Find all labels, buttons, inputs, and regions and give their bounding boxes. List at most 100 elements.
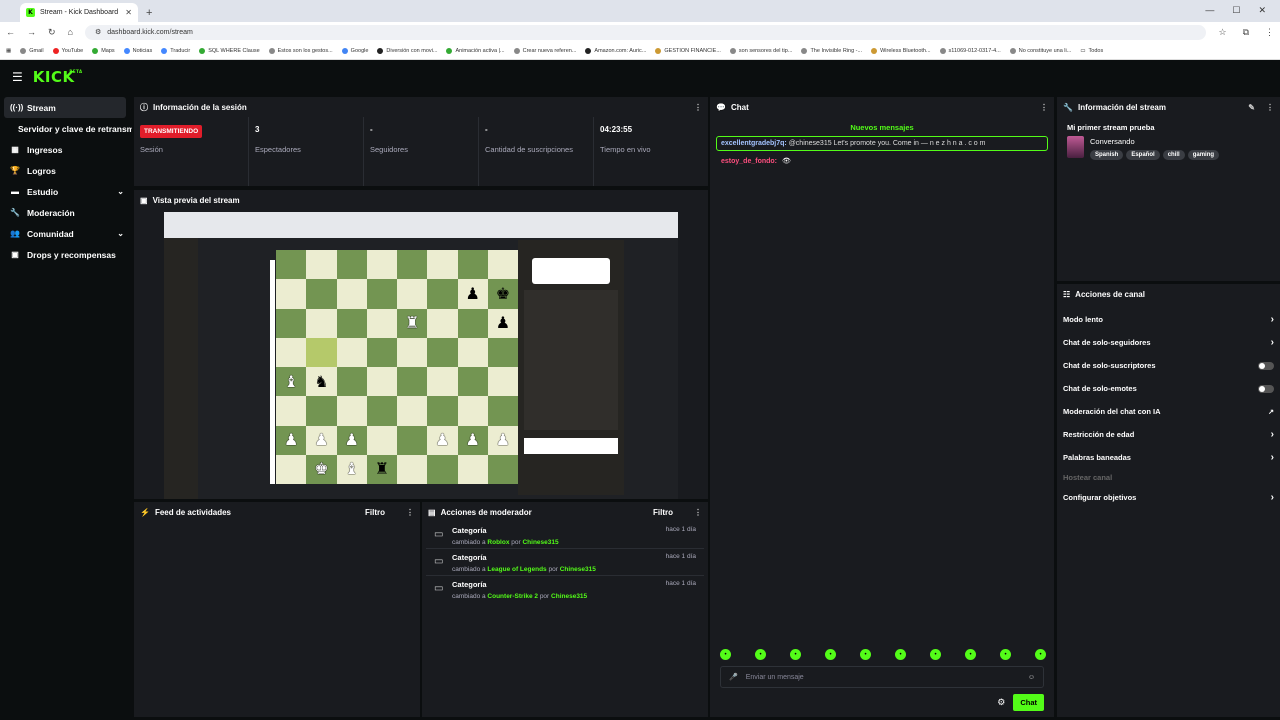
bookmark-item[interactable]: Amazon.com: Auric... <box>585 47 646 54</box>
chevron-down-icon: ⌄ <box>117 229 124 238</box>
stream-preview-video[interactable]: ♟ ♚ ♜ ♟ ♝ ♞ ♟ ♟ ♟ ♟ ♟ ♟ ♚ ♝ ♜ <box>164 212 678 499</box>
chat-input[interactable]: 🎤 Enviar un mensaje ☺ <box>720 666 1044 688</box>
chat-username[interactable]: estoy_de_fondo: <box>721 158 777 165</box>
sidebar-item-achievements[interactable]: 🏆 Logros <box>0 160 132 181</box>
apps-icon[interactable]: ▦ <box>6 48 11 54</box>
configure-goals-option[interactable]: Configurar objetivos › <box>1057 486 1280 509</box>
close-window-icon[interactable]: ✕ <box>1258 5 1266 16</box>
emotes-only-toggle[interactable] <box>1258 384 1274 393</box>
browser-tab[interactable]: K Stream - Kick Dashboard ✕ <box>20 3 138 22</box>
forward-icon[interactable]: → <box>27 27 36 37</box>
followers-only-option[interactable]: Chat de solo-seguidores › <box>1057 331 1280 354</box>
bookmark-item[interactable]: Animación activa |... <box>446 47 505 54</box>
drops-icon: ▣ <box>11 250 19 259</box>
bookmark-favicon-icon <box>871 47 878 54</box>
bookmark-item[interactable]: Traducir <box>161 47 190 54</box>
emote-icon[interactable]: • <box>825 649 836 660</box>
back-icon[interactable]: ← <box>6 27 15 37</box>
more-options-icon[interactable]: ⋮ <box>694 508 702 517</box>
home-icon[interactable]: ⌂ <box>68 27 73 37</box>
emote-icon[interactable]: • <box>930 649 941 660</box>
emote-icon[interactable]: • <box>790 649 801 660</box>
edit-icon[interactable]: ✎ <box>1248 103 1255 112</box>
maximize-icon[interactable]: ☐ <box>1232 5 1240 16</box>
emote-icon[interactable]: • <box>895 649 906 660</box>
more-options-icon[interactable]: ⋮ <box>1266 103 1274 112</box>
bookmarks-bar: ▦ Gmail YouTube Maps Noticias Traducir S… <box>0 42 1280 60</box>
bookmark-item[interactable]: Noticias <box>123 47 152 54</box>
sidebar-item-drops[interactable]: ▣ Drops y recompensas <box>0 244 132 265</box>
bookmark-item[interactable]: Maps <box>92 47 115 54</box>
sidebar-item-stream[interactable]: ((·)) Stream <box>4 97 126 118</box>
bookmark-item[interactable]: Crear nueva referen... <box>513 47 576 54</box>
emote-icon[interactable]: • <box>860 649 871 660</box>
live-badge: TRANSMITIENDO <box>140 125 203 138</box>
emoji-picker-icon[interactable]: ☺ <box>1028 674 1035 681</box>
emote-icon[interactable]: • <box>755 649 766 660</box>
bookmark-item[interactable]: The Invisible Ring -... <box>801 47 862 54</box>
emote-icon[interactable]: • <box>1000 649 1011 660</box>
chat-username[interactable]: excellentgradebj7q: <box>721 140 787 147</box>
chess-board[interactable]: ♟ ♚ ♜ ♟ ♝ ♞ ♟ ♟ ♟ ♟ ♟ ♟ ♚ ♝ ♜ <box>276 250 518 484</box>
bookmark-item[interactable]: Wireless Bluetooth... <box>871 47 931 54</box>
bookmark-item[interactable]: GESTION FINANCIE... <box>655 47 721 54</box>
gear-icon[interactable]: ⚙ <box>997 697 1005 708</box>
ai-moderation-option[interactable]: Moderación del chat con IA ↗ <box>1057 400 1280 423</box>
bookmark-item[interactable]: SQL WHERE Clause <box>199 47 260 54</box>
banned-words-option[interactable]: Palabras baneadas › <box>1057 446 1280 469</box>
reload-icon[interactable]: ↻ <box>48 27 56 38</box>
new-tab-icon[interactable]: + <box>146 7 152 19</box>
channel-actions-icon: ☷ <box>1063 289 1071 299</box>
bookmark-item[interactable]: Google <box>341 47 368 54</box>
bookmark-item[interactable]: YouTube <box>52 47 83 54</box>
emote-icon[interactable]: • <box>1035 649 1046 660</box>
chevron-right-icon: › <box>1270 452 1274 463</box>
mod-actions-filter-button[interactable]: Filtro <box>653 508 673 517</box>
sidebar-item-studio[interactable]: ▬ Estudio ⌄ <box>0 181 132 202</box>
browser-tab-bar: K Stream - Kick Dashboard ✕ + — ☐ ✕ <box>0 0 1280 22</box>
chess-pawn-icon: ♟ <box>487 308 518 338</box>
bookmark-favicon-icon <box>52 47 59 54</box>
minimize-icon[interactable]: — <box>1205 5 1214 16</box>
age-restriction-option[interactable]: Restricción de edad › <box>1057 423 1280 446</box>
microphone-icon[interactable]: 🎤 <box>729 673 738 681</box>
emote-quick-bar: • • • • • • • • • • <box>720 649 1046 660</box>
kick-logo[interactable]: KICK BETA <box>33 68 82 86</box>
wrench-icon: 🔧 <box>10 208 20 217</box>
sidebar-item-community[interactable]: 👥 Comunidad ⌄ <box>0 223 132 244</box>
emote-icon[interactable]: • <box>720 649 731 660</box>
bookmark-item[interactable]: s11069-012-0317-4... <box>939 47 1001 54</box>
more-options-icon[interactable]: ⋮ <box>1040 103 1048 112</box>
bookmark-item[interactable]: son sensores del tip... <box>729 47 792 54</box>
bookmark-folder[interactable]: ▭ Todos <box>1080 48 1103 54</box>
bookmark-favicon-icon <box>655 47 662 54</box>
slow-mode-option[interactable]: Modo lento › <box>1057 308 1280 331</box>
bookmark-star-icon[interactable]: ☆ <box>1218 27 1226 38</box>
menu-icon[interactable]: ☰ <box>12 70 23 84</box>
subscribers-only-toggle[interactable] <box>1258 361 1274 370</box>
url-field[interactable]: ⚙ dashboard.kick.com/stream <box>84 24 1207 40</box>
chess-pawn-icon: ♟ <box>487 425 518 455</box>
send-chat-button[interactable]: Chat <box>1013 694 1044 711</box>
emote-icon[interactable]: • <box>965 649 976 660</box>
more-options-icon[interactable]: ⋮ <box>406 508 414 517</box>
site-info-icon[interactable]: ⚙ <box>95 28 101 36</box>
bookmark-item[interactable]: Estos son los gestos... <box>268 47 333 54</box>
emote-icon: 👁 <box>782 158 791 165</box>
bookmark-item[interactable]: Diversión con movi... <box>377 47 437 54</box>
extensions-icon[interactable]: ⧉ <box>1243 27 1249 38</box>
new-messages-divider[interactable]: Nuevos mensajes <box>710 123 1054 132</box>
sidebar-item-moderation[interactable]: 🔧 Moderación <box>0 202 132 223</box>
lightning-icon: ⚡ <box>140 507 150 517</box>
close-tab-icon[interactable]: ✕ <box>125 8 132 17</box>
bookmark-item[interactable]: Gmail <box>20 47 44 54</box>
more-options-icon[interactable]: ⋮ <box>694 103 702 112</box>
chat-message[interactable]: excellentgradebj7q: @chinese315 Let's pr… <box>716 136 1048 151</box>
stat-viewers: 3 Espectadores <box>249 117 364 186</box>
sidebar-item-stream-key[interactable]: Servidor y clave de retransmisión <box>0 118 132 139</box>
activity-filter-button[interactable]: Filtro <box>365 508 385 517</box>
browser-menu-icon[interactable]: ⋮ <box>1265 27 1274 38</box>
chat-message[interactable]: estoy_de_fondo: 👁 <box>721 157 1054 166</box>
sidebar-item-revenue[interactable]: ▦ Ingresos <box>0 139 132 160</box>
bookmark-item[interactable]: No constituye una li... <box>1009 47 1071 54</box>
